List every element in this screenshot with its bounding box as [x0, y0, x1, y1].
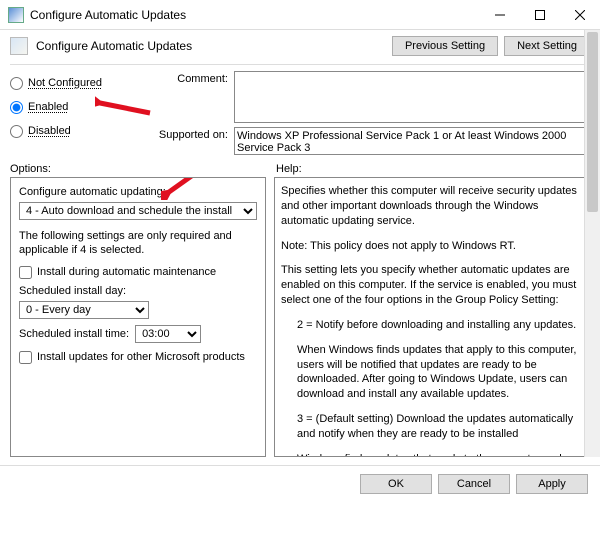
help-text: 2 = Notify before downloading and instal…	[281, 318, 583, 333]
scheduled-day-label: Scheduled install day:	[19, 285, 257, 297]
close-button[interactable]	[560, 0, 600, 30]
help-label: Help:	[276, 163, 590, 175]
checkbox-install-maintenance[interactable]	[19, 266, 32, 279]
supported-on-label: Supported on:	[150, 127, 228, 141]
checkbox-other-ms-products-label[interactable]: Install updates for other Microsoft prod…	[37, 351, 245, 363]
scheduled-time-select[interactable]: 03:00	[135, 325, 201, 343]
ok-button[interactable]: OK	[360, 474, 432, 494]
comment-label: Comment:	[150, 71, 228, 85]
help-pane[interactable]: Specifies whether this computer will rec…	[274, 177, 590, 457]
app-icon	[8, 7, 24, 23]
radio-not-configured[interactable]	[10, 77, 23, 90]
radio-disabled[interactable]	[10, 125, 23, 138]
radio-disabled-label[interactable]: Disabled	[28, 125, 71, 137]
window-scrollbar[interactable]	[584, 30, 600, 457]
configure-updating-select[interactable]: 4 - Auto download and schedule the insta…	[19, 202, 257, 220]
separator	[10, 64, 590, 65]
help-text: 3 = (Default setting) Download the updat…	[281, 412, 583, 442]
minimize-button[interactable]	[480, 0, 520, 30]
radio-enabled[interactable]	[10, 101, 23, 114]
scrollbar-thumb[interactable]	[587, 32, 598, 212]
radio-enabled-label[interactable]: Enabled	[28, 101, 68, 113]
policy-icon	[10, 37, 28, 55]
configure-updating-label: Configure automatic updating:	[19, 186, 257, 198]
scheduled-time-label: Scheduled install time:	[19, 328, 129, 340]
footer: OK Cancel Apply	[0, 465, 600, 502]
options-pane: Configure automatic updating: 4 - Auto d…	[10, 177, 266, 457]
previous-setting-button[interactable]: Previous Setting	[392, 36, 498, 56]
cancel-button[interactable]: Cancel	[438, 474, 510, 494]
help-text: This setting lets you specify whether au…	[281, 263, 583, 308]
help-text: Windows finds updates that apply to the …	[281, 452, 583, 457]
options-note: The following settings are only required…	[19, 230, 257, 258]
supported-on-textarea	[234, 127, 590, 155]
maximize-button[interactable]	[520, 0, 560, 30]
options-label: Options:	[10, 163, 266, 175]
window-title: Configure Automatic Updates	[30, 8, 480, 22]
state-radio-group: Not Configured Enabled Disabled	[10, 71, 150, 155]
header: Configure Automatic Updates Previous Set…	[0, 30, 600, 62]
help-text: Note: This policy does not apply to Wind…	[281, 239, 583, 254]
titlebar: Configure Automatic Updates	[0, 0, 600, 30]
next-setting-button[interactable]: Next Setting	[504, 36, 590, 56]
comment-textarea[interactable]	[234, 71, 590, 123]
scheduled-day-select[interactable]: 0 - Every day	[19, 301, 149, 319]
checkbox-install-maintenance-label[interactable]: Install during automatic maintenance	[37, 266, 216, 278]
help-text: Specifies whether this computer will rec…	[281, 184, 583, 229]
radio-not-configured-label[interactable]: Not Configured	[28, 77, 102, 89]
help-text: When Windows finds updates that apply to…	[281, 343, 583, 402]
checkbox-other-ms-products[interactable]	[19, 351, 32, 364]
header-title: Configure Automatic Updates	[36, 39, 392, 53]
apply-button[interactable]: Apply	[516, 474, 588, 494]
